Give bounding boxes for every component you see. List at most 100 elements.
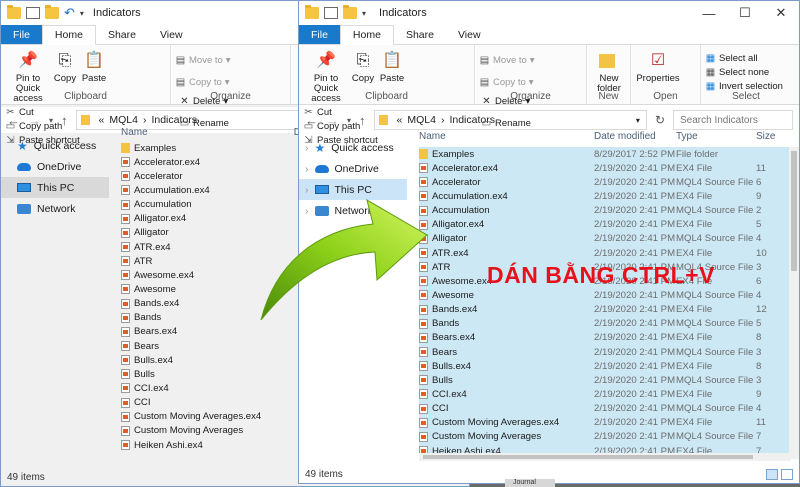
file-name: Bulls <box>432 374 453 386</box>
nav-onedrive[interactable]: OneDrive <box>1 156 109 177</box>
front-window-title: Indicators <box>379 7 427 19</box>
cut-button[interactable]: ✂ Cut <box>303 106 378 119</box>
type-cell: EX4 File <box>676 360 713 372</box>
tab-view[interactable]: View <box>148 25 195 44</box>
tab-share[interactable]: Share <box>96 25 148 44</box>
expand-chevron-icon[interactable]: › <box>305 142 309 154</box>
refresh-icon[interactable]: ↻ <box>655 113 665 127</box>
copy-to-button[interactable]: ▤ Copy to ▾ <box>479 76 535 89</box>
list-item[interactable]: Bulls.ex4 <box>121 353 301 367</box>
table-row[interactable]: Custom Moving Averages.ex4 2/19/2020 2:41… <box>419 416 791 430</box>
list-item[interactable]: Custom Moving Averages.ex4 <box>121 410 301 424</box>
vertical-scrollbar[interactable] <box>789 147 799 459</box>
file-icon <box>121 157 130 168</box>
copy-to-button[interactable]: ▤ Copy to ▾ <box>175 76 231 89</box>
list-item[interactable]: Bears.ex4 <box>121 325 301 339</box>
table-row[interactable]: Bands 2/19/2020 2:41 PM MQL4 Source File 5 <box>419 317 791 331</box>
customize-quick-access-icon[interactable]: ▾ <box>362 9 366 18</box>
new-folder-quick-icon[interactable] <box>343 5 357 19</box>
copy-path-button[interactable]: ▭ Copy path <box>5 120 80 133</box>
size-cell: 8 <box>756 332 762 344</box>
table-row[interactable]: Bears 2/19/2020 2:41 PM MQL4 Source File 3 <box>419 345 791 359</box>
list-item[interactable]: Heiken Ashi.ex4 <box>121 438 301 452</box>
size-cell: 9 <box>756 388 762 400</box>
taskbar-journal-tab[interactable]: Journal <box>505 479 555 487</box>
tab-home[interactable]: Home <box>339 25 394 45</box>
list-item[interactable]: Accelerator <box>121 169 301 183</box>
name-cell: Examples <box>419 149 594 160</box>
new-folder-button[interactable]: New folder <box>591 48 627 94</box>
move-to-button[interactable]: ▤ Move to ▾ <box>175 54 231 67</box>
new-folder-quick-icon[interactable] <box>45 5 59 19</box>
scroll-thumb[interactable] <box>423 455 753 459</box>
address-dropdown-icon[interactable]: ▾ <box>636 116 640 125</box>
table-row[interactable]: Alligator 2/19/2020 2:41 PM MQL4 Source Fi… <box>419 232 791 246</box>
tab-share[interactable]: Share <box>394 25 446 44</box>
table-row[interactable]: Accelerator 2/19/2020 2:41 PM MQL4 Source … <box>419 175 791 189</box>
tab-file[interactable]: File <box>1 25 42 44</box>
table-row[interactable]: Bulls 2/19/2020 2:41 PM MQL4 Source File 3 <box>419 373 791 387</box>
maximize-button[interactable]: ☐ <box>727 1 763 25</box>
table-row[interactable]: Accumulation 2/19/2020 2:41 PM MQL4 Source… <box>419 204 791 218</box>
expand-chevron-icon[interactable]: › <box>305 163 309 175</box>
move-to-button[interactable]: ▤ Move to ▾ <box>479 54 535 67</box>
type-column-header[interactable]: Type <box>676 131 756 142</box>
table-row[interactable]: Examples 8/29/2017 2:52 PM File folder <box>419 147 791 161</box>
properties-button[interactable]: ☑ Properties <box>635 48 681 84</box>
size-cell: 5 <box>756 318 762 330</box>
list-item[interactable]: Bulls <box>121 367 301 381</box>
name-column-header[interactable]: Name <box>121 127 294 138</box>
table-row[interactable]: Accumulation.ex4 2/19/2020 2:41 PM EX4 Fil… <box>419 189 791 203</box>
list-item[interactable]: CCI <box>121 396 301 410</box>
tab-view[interactable]: View <box>446 25 493 44</box>
paste-button[interactable]: 📋 Paste <box>79 48 109 84</box>
copy-button[interactable]: ⎘ Copy <box>51 48 79 84</box>
table-row[interactable]: Bears.ex4 2/19/2020 2:41 PM EX4 File 8 <box>419 331 791 345</box>
list-item[interactable]: Bears <box>121 339 301 353</box>
select-all-button[interactable]: ▦ Select all <box>705 52 783 65</box>
select-none-button[interactable]: ▦ Select none <box>705 66 783 79</box>
horizontal-scrollbar[interactable] <box>419 453 791 461</box>
table-row[interactable]: CCI.ex4 2/19/2020 2:41 PM EX4 File 9 <box>419 387 791 401</box>
table-row[interactable]: CCI 2/19/2020 2:41 PM MQL4 Source File 4 <box>419 402 791 416</box>
table-row[interactable]: Accelerator.ex4 2/19/2020 2:41 PM EX4 File… <box>419 161 791 175</box>
properties-quick-icon[interactable] <box>26 7 40 19</box>
name-cell: Bears.ex4 <box>419 332 594 343</box>
nav-quick-access[interactable]: › ★ Quick access <box>299 137 407 158</box>
customize-quick-access-icon[interactable]: ▾ <box>80 9 84 18</box>
close-button[interactable]: ✕ <box>763 1 799 25</box>
copy-path-button[interactable]: ▭ Copy path <box>303 120 378 133</box>
file-icon <box>419 431 428 442</box>
minimize-button[interactable]: — <box>691 1 727 25</box>
scroll-thumb[interactable] <box>791 151 797 271</box>
tab-file[interactable]: File <box>299 25 340 44</box>
properties-quick-icon[interactable] <box>324 7 338 19</box>
table-row[interactable]: ATR.ex4 2/19/2020 2:41 PM EX4 File 10 <box>419 246 791 260</box>
details-view-icon[interactable] <box>766 469 778 480</box>
copy-button[interactable]: ⎘ Copy <box>349 48 377 84</box>
nav-quick-access[interactable]: ★ Quick access <box>1 135 109 156</box>
cut-button[interactable]: ✂ Cut <box>5 106 80 119</box>
nav-network[interactable]: Network <box>1 198 109 219</box>
date-column-header[interactable]: Date modified <box>594 131 676 142</box>
list-item[interactable]: Examples <box>121 141 301 155</box>
table-row[interactable]: Bands.ex4 2/19/2020 2:41 PM EX4 File 12 <box>419 303 791 317</box>
nav-onedrive[interactable]: › OneDrive <box>299 158 407 179</box>
list-item[interactable]: Custom Moving Averages <box>121 424 301 438</box>
list-item[interactable]: Accelerator.ex4 <box>121 155 301 169</box>
breadcrumb-mql4[interactable]: MQL4 <box>407 114 436 126</box>
tab-home[interactable]: Home <box>41 25 96 45</box>
table-row[interactable]: Awesome 2/19/2020 2:41 PM MQL4 Source File… <box>419 288 791 302</box>
paste-button[interactable]: 📋 Paste <box>377 48 407 84</box>
name-column-header[interactable]: Name <box>419 131 594 142</box>
list-item[interactable]: CCI.ex4 <box>121 381 301 395</box>
file-name: Accumulation <box>134 199 192 211</box>
table-row[interactable]: Alligator.ex4 2/19/2020 2:41 PM EX4 File 5 <box>419 218 791 232</box>
table-row[interactable]: Bulls.ex4 2/19/2020 2:41 PM EX4 File 8 <box>419 359 791 373</box>
size-column-header[interactable]: Size <box>756 131 775 142</box>
nav-this-pc[interactable]: This PC <box>1 177 109 198</box>
undo-icon[interactable]: ↶ <box>64 5 75 21</box>
table-row[interactable]: Custom Moving Averages 2/19/2020 2:41 PM M… <box>419 430 791 444</box>
type-cell: EX4 File <box>676 332 713 344</box>
large-icons-view-icon[interactable] <box>781 469 793 480</box>
